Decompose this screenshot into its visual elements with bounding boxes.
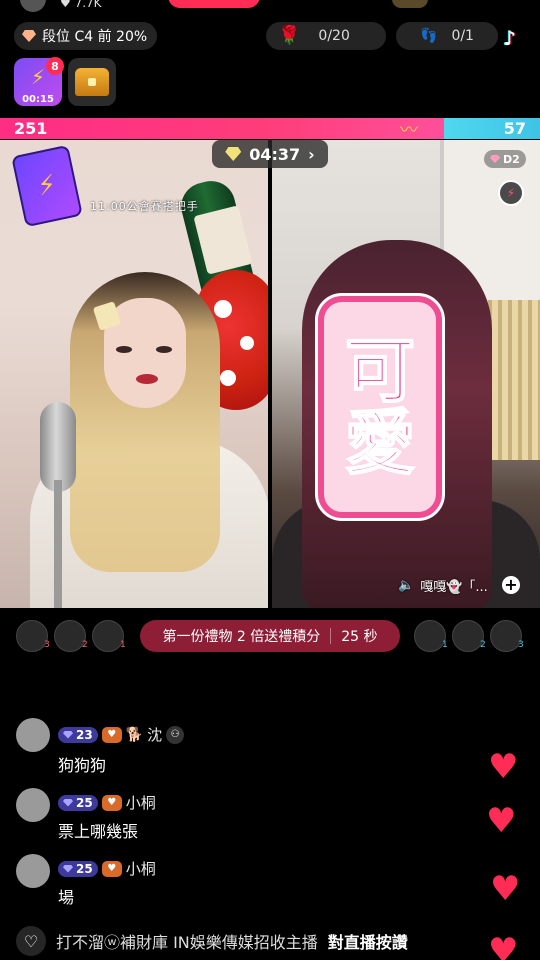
boost-timer: 00:15 — [22, 94, 54, 105]
fan-badge: ♥ — [101, 794, 122, 811]
battle-timer[interactable]: 04:37 › — [212, 140, 328, 168]
level-value: 23 — [76, 727, 93, 742]
battle-timer-value: 04:37 — [249, 144, 301, 164]
boost-card-icon[interactable]: ⚡ — [11, 144, 83, 228]
speaker-muted-icon: 🔈 — [398, 578, 415, 593]
like-notice-user: 打不溜ⓦ補財庫 IN娛樂傳媒招收主播 — [56, 933, 318, 952]
promo-divider — [330, 628, 332, 644]
microphone — [40, 402, 76, 492]
gem-icon — [63, 798, 73, 807]
comment-header: 23 ♥ 🐕 沈 ⚇ — [58, 724, 185, 745]
commenter-name[interactable]: 小桐 — [126, 792, 156, 813]
promo-text: 第一份禮物 2 倍送禮積分 — [162, 629, 321, 645]
footprint-count: 0/1 — [451, 28, 474, 44]
tiktok-logo-icon: ♪ — [503, 26, 516, 50]
floating-heart-icon: ♥ — [488, 931, 519, 960]
chevron-right-icon: › — [308, 144, 315, 164]
plush-dot — [240, 336, 254, 350]
stream-overlay-text: 11:00公會賽搭把手 — [90, 200, 199, 213]
host-eye — [156, 346, 172, 353]
treasure-chest-button[interactable] — [68, 58, 116, 106]
host-lips — [136, 374, 158, 384]
viewer-badges[interactable] — [392, 0, 428, 8]
right-score: 57 — [503, 119, 526, 138]
footprints-icon: 👣 — [420, 28, 438, 44]
cute-sticker: 可 愛 — [318, 296, 442, 518]
battle-score-bar — [0, 118, 540, 139]
sticker-char-1: 可 — [344, 330, 416, 412]
treasure-chest-icon — [75, 68, 109, 96]
opponent-boost-icon[interactable]: ⚡ — [498, 180, 524, 206]
left-supporter-rank: 1 — [120, 640, 126, 650]
opponent-rank-badge[interactable]: D2 — [484, 150, 526, 168]
host-eye — [116, 346, 132, 353]
lightning-icon: ⚡ — [34, 169, 60, 203]
level-value: 25 — [76, 795, 93, 810]
fan-badge: ♥ — [101, 860, 122, 877]
host-avatar[interactable] — [20, 0, 46, 12]
boost-count-badge: 8 — [46, 57, 64, 75]
right-supporter-rank: 1 — [442, 640, 448, 650]
follow-button[interactable] — [168, 0, 260, 8]
commenter-avatar[interactable] — [16, 718, 50, 752]
lightning-icon: ⚡ — [30, 65, 46, 89]
microphone-stand — [54, 480, 62, 608]
left-stream-video[interactable]: ⚡ 11:00公會賽搭把手 — [0, 140, 268, 608]
commenter-name[interactable]: 沈 — [147, 724, 162, 745]
commenter-name[interactable]: 小桐 — [126, 858, 156, 879]
opponent-host-label[interactable]: 🔈 嘎嘎👻「... — [398, 576, 488, 595]
likes-value: 7.7K — [74, 0, 102, 10]
commenter-avatar[interactable] — [16, 854, 50, 888]
gem-icon — [63, 864, 73, 873]
floating-heart-icon: ♥ — [488, 747, 519, 787]
gem-icon — [490, 155, 500, 163]
comment-text: 場 — [58, 888, 75, 907]
right-supporter-rank: 3 — [518, 640, 524, 650]
like-notice-action: 對直播按讚 — [327, 933, 408, 952]
level-badge: 25 — [58, 794, 98, 811]
level-badge: 23 — [58, 726, 98, 743]
top-partial-row: ♥ 7.7K — [0, 0, 540, 14]
comment-header: 25 ♥ 小桐 — [58, 792, 156, 813]
fan-badge: ♥ — [101, 726, 122, 743]
heart-outline-icon[interactable]: ♡ — [16, 926, 46, 956]
opponent-rank-label: D2 — [503, 152, 520, 166]
opponent-host-name: 嘎嘎👻「... — [420, 580, 488, 595]
commenter-avatar[interactable] — [16, 788, 50, 822]
plush-dot — [214, 300, 232, 318]
left-supporter-rank: 2 — [82, 640, 88, 650]
rank-label: 段位 C4 前 20% — [42, 29, 148, 45]
comment-text: 狗狗狗 — [58, 756, 107, 775]
floating-heart-icon: ♥ — [490, 869, 521, 909]
rose-goal-pill[interactable]: 🌹 0/20 — [266, 22, 386, 50]
flame-icon: 〰 — [400, 120, 418, 141]
left-score: 251 — [14, 119, 48, 138]
right-supporter-rank: 2 — [480, 640, 486, 650]
gem-icon — [22, 30, 36, 42]
group-icon: ⚇ — [166, 725, 185, 744]
comment-text: 票上哪幾張 — [58, 822, 139, 841]
footprint-goal-pill[interactable]: 👣 0/1 — [396, 22, 498, 50]
level-value: 25 — [76, 861, 93, 876]
level-badge: 25 — [58, 860, 98, 877]
gem-icon — [225, 147, 242, 161]
rose-count: 0/20 — [318, 28, 350, 44]
rose-icon: 🌹 — [278, 25, 301, 46]
rank-pill[interactable]: 段位 C4 前 20% — [14, 22, 158, 50]
dog-icon: 🐕 — [125, 726, 144, 743]
like-notice-row: ♡ 打不溜ⓦ補財庫 IN娛樂傳媒招收主播 對直播按讚 — [16, 926, 408, 956]
sticker-char-2: 愛 — [344, 402, 416, 484]
comment-header: 25 ♥ 小桐 — [58, 858, 156, 879]
left-team-bar — [0, 118, 444, 139]
promo-seconds: 25 秒 — [341, 629, 378, 645]
floating-heart-icon: ♥ — [486, 801, 517, 841]
likes-count: ♥ 7.7K — [60, 0, 102, 10]
plush-dot — [220, 370, 236, 386]
follow-opponent-button[interactable]: + — [502, 576, 520, 594]
gem-icon — [63, 730, 73, 739]
left-supporter-rank: 3 — [44, 640, 50, 650]
promo-banner[interactable]: 第一份禮物 2 倍送禮積分 25 秒 — [140, 620, 400, 652]
